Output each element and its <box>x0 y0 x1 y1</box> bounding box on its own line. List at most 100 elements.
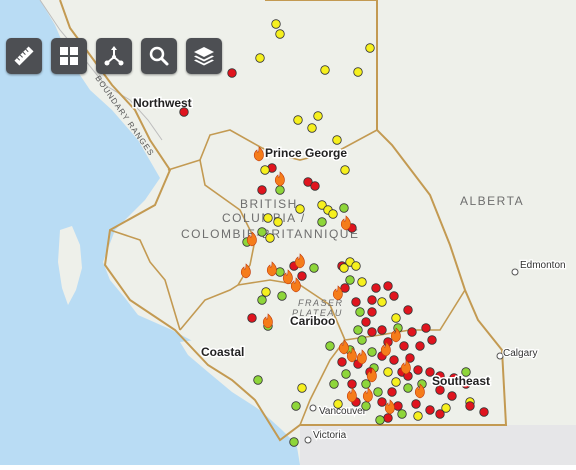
fire-point-marker[interactable] <box>357 277 367 287</box>
fire-point-marker[interactable] <box>465 401 475 411</box>
fire-point-marker[interactable] <box>347 379 357 389</box>
fire-point-marker[interactable] <box>447 391 457 401</box>
fire-point-marker[interactable] <box>253 375 263 385</box>
fire-point-marker[interactable] <box>333 399 343 409</box>
fire-point-marker[interactable] <box>179 107 189 117</box>
fire-point-marker[interactable] <box>325 341 335 351</box>
fire-point-marker[interactable] <box>353 67 363 77</box>
measure-tool-button[interactable] <box>6 38 42 74</box>
fire-point-marker[interactable] <box>407 327 417 337</box>
fire-point-marker[interactable] <box>367 295 377 305</box>
fire-point-marker[interactable] <box>317 217 327 227</box>
fire-point-marker[interactable] <box>227 68 237 78</box>
fire-point-marker[interactable] <box>260 165 270 175</box>
basemap-tool-button[interactable] <box>51 38 87 74</box>
ruler-icon <box>14 46 34 66</box>
fire-point-marker[interactable] <box>247 313 257 323</box>
fire-point-marker[interactable] <box>365 43 375 53</box>
fire-point-marker[interactable] <box>339 263 349 273</box>
fire-point-marker[interactable] <box>427 335 437 345</box>
fire-point-marker[interactable] <box>415 341 425 351</box>
fire-point-marker[interactable] <box>375 415 385 425</box>
city-label-vancouver: Vancouver <box>319 406 367 417</box>
fire-point-marker[interactable] <box>361 379 371 389</box>
fire-point-marker[interactable] <box>273 217 283 227</box>
fire-point-marker[interactable] <box>389 355 399 365</box>
fire-point-marker[interactable] <box>413 411 423 421</box>
fire-point-marker[interactable] <box>377 297 387 307</box>
fire-point-marker[interactable] <box>339 203 349 213</box>
fire-point-marker[interactable] <box>328 209 338 219</box>
fire-point-marker[interactable] <box>361 401 371 411</box>
fire-point-marker[interactable] <box>397 409 407 419</box>
fire-point-marker[interactable] <box>479 407 489 417</box>
fire-point-marker[interactable] <box>391 377 401 387</box>
layers-tool-button[interactable] <box>186 38 222 74</box>
search-tool-button[interactable] <box>141 38 177 74</box>
fire-point-marker[interactable] <box>355 307 365 317</box>
region-label-cariboo: Cariboo <box>290 314 335 328</box>
fire-point-marker[interactable] <box>297 271 307 281</box>
fire-point-marker[interactable] <box>340 165 350 175</box>
fire-point-marker[interactable] <box>351 297 361 307</box>
fire-point-marker[interactable] <box>435 409 445 419</box>
fire-point-marker[interactable] <box>337 357 347 367</box>
fire-point-marker[interactable] <box>367 347 377 357</box>
fire-point-marker[interactable] <box>329 379 339 389</box>
fire-point-marker[interactable] <box>255 53 265 63</box>
region-label-prince-george: Prince George <box>265 146 347 160</box>
fire-point-marker[interactable] <box>361 317 371 327</box>
fire-point-marker[interactable] <box>275 29 285 39</box>
fire-point-marker[interactable] <box>373 387 383 397</box>
fire-point-marker[interactable] <box>341 369 351 379</box>
fire-point-marker[interactable] <box>413 365 423 375</box>
fire-point-marker[interactable] <box>399 341 409 351</box>
fire-point-marker[interactable] <box>391 313 401 323</box>
fire-point-marker[interactable] <box>377 397 387 407</box>
fire-point-marker[interactable] <box>293 115 303 125</box>
fire-point-marker[interactable] <box>261 287 271 297</box>
fire-point-marker[interactable] <box>332 135 342 145</box>
province-label-line1: BRITISH <box>240 197 298 211</box>
fire-point-marker[interactable] <box>307 123 317 133</box>
fire-point-marker[interactable] <box>367 307 377 317</box>
fire-point-marker[interactable] <box>425 405 435 415</box>
fire-point-marker[interactable] <box>291 401 301 411</box>
fire-point-marker[interactable] <box>275 267 285 277</box>
fire-point-marker[interactable] <box>310 181 320 191</box>
fire-point-marker[interactable] <box>403 383 413 393</box>
fire-point-marker[interactable] <box>289 437 299 447</box>
fire-point-marker[interactable] <box>277 291 287 301</box>
vancouver-marker <box>309 404 317 412</box>
share-tool-button[interactable] <box>96 38 132 74</box>
fire-point-marker[interactable] <box>265 233 275 243</box>
fire-point-marker[interactable] <box>403 305 413 315</box>
fire-point-marker[interactable] <box>320 65 330 75</box>
fire-point-marker[interactable] <box>421 323 431 333</box>
fire-point-marker[interactable] <box>383 281 393 291</box>
fire-point-marker[interactable] <box>257 295 267 305</box>
fire-point-marker[interactable] <box>387 387 397 397</box>
fire-point-marker[interactable] <box>367 327 377 337</box>
fire-point-marker[interactable] <box>263 213 273 223</box>
fire-point-marker[interactable] <box>393 401 403 411</box>
fire-point-marker[interactable] <box>411 399 421 409</box>
fire-point-marker[interactable] <box>257 227 267 237</box>
fire-point-marker[interactable] <box>271 19 281 29</box>
fire-point-marker[interactable] <box>389 291 399 301</box>
fire-point-marker[interactable] <box>345 275 355 285</box>
fire-point-marker[interactable] <box>353 325 363 335</box>
search-icon <box>149 46 169 66</box>
fire-point-marker[interactable] <box>297 383 307 393</box>
fire-point-marker[interactable] <box>313 111 323 121</box>
fire-point-marker[interactable] <box>309 263 319 273</box>
fire-point-marker[interactable] <box>383 367 393 377</box>
fire-point-marker[interactable] <box>371 283 381 293</box>
fire-point-marker[interactable] <box>377 325 387 335</box>
fire-point-marker[interactable] <box>357 335 367 345</box>
fire-point-marker[interactable] <box>275 185 285 195</box>
fire-point-marker[interactable] <box>351 261 361 271</box>
fire-point-marker[interactable] <box>295 204 305 214</box>
fire-point-marker[interactable] <box>383 413 393 423</box>
fire-point-marker[interactable] <box>257 185 267 195</box>
